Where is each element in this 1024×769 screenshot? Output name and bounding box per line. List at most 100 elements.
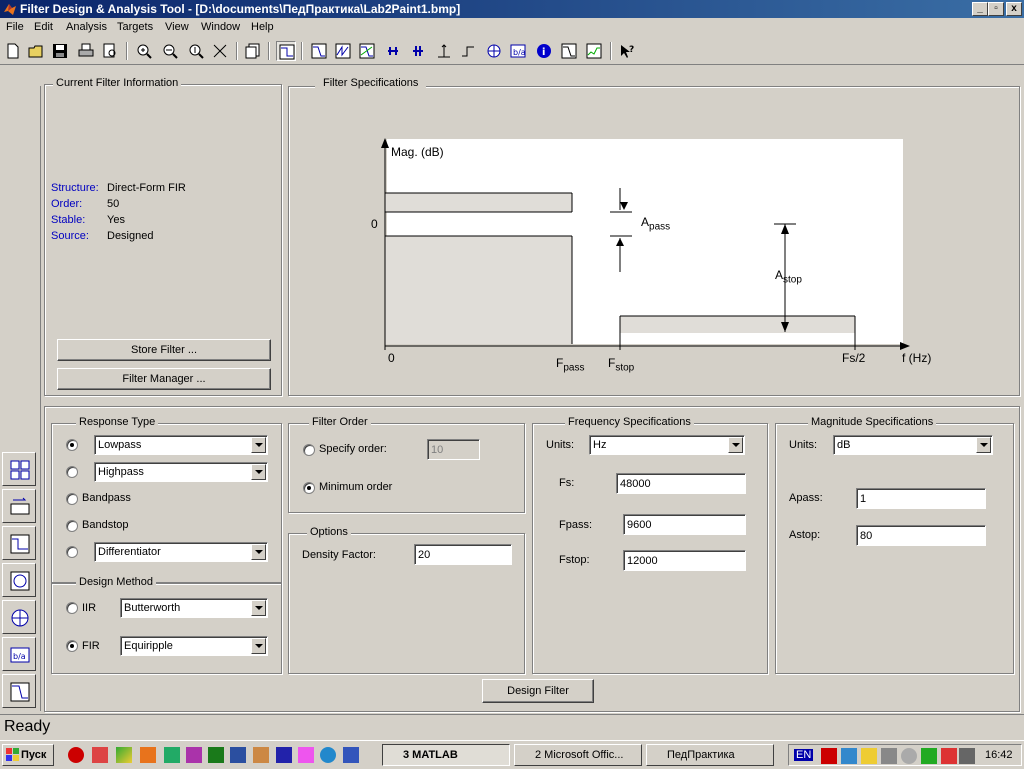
import-filter-icon[interactable]	[2, 600, 36, 634]
differentiator-dropdown[interactable]: Differentiator	[94, 542, 268, 562]
menu-view[interactable]: View	[163, 18, 191, 37]
quicklaunch-app-icon[interactable]	[92, 747, 108, 763]
tray-app-icon[interactable]	[901, 748, 917, 764]
round-off-noise-icon[interactable]	[584, 41, 604, 61]
menu-window[interactable]: Window	[199, 18, 242, 37]
close-button[interactable]: x	[1006, 2, 1022, 16]
filter-manager-button[interactable]: Filter Manager ...	[57, 368, 271, 390]
task-folder[interactable]: ПедПрактика	[646, 744, 774, 766]
minimize-button[interactable]: _	[972, 2, 988, 16]
phase-delay-icon[interactable]	[408, 41, 428, 61]
apass-input[interactable]: 1	[856, 488, 986, 509]
quicklaunch-app-icon[interactable]	[164, 747, 180, 763]
start-button[interactable]: Пуск	[2, 744, 54, 766]
lowpass-radio[interactable]	[66, 439, 78, 451]
tray-app-icon[interactable]	[841, 748, 857, 764]
phase-response-icon[interactable]	[333, 41, 353, 61]
fpass-label-sub: pass	[563, 362, 585, 374]
quicklaunch-app-icon[interactable]	[186, 747, 202, 763]
menu-edit[interactable]: Edit	[32, 18, 55, 37]
full-view-icon[interactable]	[210, 41, 230, 61]
design-filter-button[interactable]: Design Filter	[482, 679, 594, 703]
y-zero-label: 0	[371, 217, 378, 231]
tray-app-icon[interactable]	[881, 748, 897, 764]
mag-phase-icon[interactable]	[357, 41, 377, 61]
open-folder-icon[interactable]	[26, 41, 46, 61]
quicklaunch-app-icon[interactable]	[343, 747, 359, 763]
new-window-icon[interactable]	[243, 41, 263, 61]
mag-units-dropdown[interactable]: dB	[833, 435, 993, 455]
coefficients-editor-icon[interactable]: b/a	[2, 637, 36, 671]
minimum-order-radio[interactable]	[303, 482, 315, 494]
freq-units-dropdown[interactable]: Hz	[589, 435, 745, 455]
design-filter-mode-icon[interactable]	[2, 674, 36, 708]
pole-zero-editor-icon[interactable]	[2, 563, 36, 597]
frequency-specifications-title: Frequency Specifications	[565, 416, 694, 428]
lowpass-dropdown[interactable]: Lowpass	[94, 435, 268, 455]
task-matlab[interactable]: 3 MATLAB	[382, 744, 510, 766]
highpass-radio[interactable]	[66, 466, 78, 478]
fir-radio[interactable]	[66, 640, 78, 652]
pole-zero-icon[interactable]	[484, 41, 504, 61]
opera-icon[interactable]	[68, 747, 84, 763]
print-icon[interactable]	[76, 41, 96, 61]
tray-app-icon[interactable]	[821, 748, 837, 764]
menu-analysis[interactable]: Analysis	[64, 18, 109, 37]
speaker-icon[interactable]	[959, 748, 975, 764]
group-delay-icon[interactable]	[383, 41, 403, 61]
tray-app-icon[interactable]	[861, 748, 877, 764]
quicklaunch-app-icon[interactable]	[276, 747, 292, 763]
set-quantization-icon[interactable]	[2, 526, 36, 560]
whats-this-help-icon[interactable]: ?	[617, 41, 637, 61]
highpass-dropdown[interactable]: Highpass	[94, 462, 268, 482]
tray-app-icon[interactable]	[941, 748, 957, 764]
tray-app-icon[interactable]	[921, 748, 937, 764]
step-response-icon[interactable]	[458, 41, 478, 61]
magnitude-estimate-icon[interactable]	[559, 41, 579, 61]
iir-method-dropdown[interactable]: Butterworth	[120, 598, 268, 618]
print-preview-icon[interactable]	[100, 41, 120, 61]
transform-filter-icon[interactable]	[2, 452, 36, 486]
store-filter-button[interactable]: Store Filter ...	[57, 339, 271, 361]
bandpass-radio[interactable]	[66, 493, 78, 505]
word-icon[interactable]	[230, 747, 246, 763]
astop-label-sub: stop	[783, 274, 802, 286]
menu-targets[interactable]: Targets	[115, 18, 155, 37]
new-file-icon[interactable]	[3, 41, 23, 61]
menu-file[interactable]: File	[4, 18, 26, 37]
zoom-in-icon[interactable]	[134, 41, 154, 61]
excel-icon[interactable]	[208, 747, 224, 763]
density-factor-input[interactable]: 20	[414, 544, 512, 565]
fir-method-dropdown[interactable]: Equiripple	[120, 636, 268, 656]
specify-order-input[interactable]: 10	[427, 439, 480, 460]
save-icon[interactable]	[50, 41, 70, 61]
task-folder-label: ПедПрактика	[667, 749, 735, 761]
filter-specs-icon[interactable]	[276, 41, 296, 61]
fstop-input[interactable]: 12000	[623, 550, 746, 571]
astop-input[interactable]: 80	[856, 525, 986, 546]
impulse-response-icon[interactable]	[434, 41, 454, 61]
menu-help[interactable]: Help	[249, 18, 276, 37]
fs-input[interactable]: 48000	[616, 473, 746, 494]
zoom-y-icon[interactable]	[186, 41, 206, 61]
language-indicator[interactable]: EN	[794, 749, 814, 761]
chevron-down-icon	[728, 437, 743, 453]
bandstop-radio[interactable]	[66, 520, 78, 532]
differentiator-radio[interactable]	[66, 546, 78, 558]
quicklaunch-app-icon[interactable]	[116, 747, 132, 763]
restore-button[interactable]: ▫	[988, 2, 1004, 16]
magnitude-response-icon[interactable]	[309, 41, 329, 61]
svg-text:b/a: b/a	[513, 48, 526, 57]
filter-information-icon[interactable]: i	[534, 41, 554, 61]
iir-radio[interactable]	[66, 602, 78, 614]
task-microsoft-office[interactable]: 2 Microsoft Offic...	[514, 744, 642, 766]
zoom-x-icon[interactable]	[160, 41, 180, 61]
matlab-quicklaunch-icon[interactable]	[140, 747, 156, 763]
filter-coefficients-icon[interactable]: b/a	[508, 41, 528, 61]
realize-model-icon[interactable]	[2, 489, 36, 523]
quicklaunch-app-icon[interactable]	[253, 747, 269, 763]
quicklaunch-app-icon[interactable]	[298, 747, 314, 763]
fpass-input[interactable]: 9600	[623, 514, 746, 535]
specify-order-radio[interactable]	[303, 444, 315, 456]
internet-explorer-icon[interactable]	[320, 747, 336, 763]
